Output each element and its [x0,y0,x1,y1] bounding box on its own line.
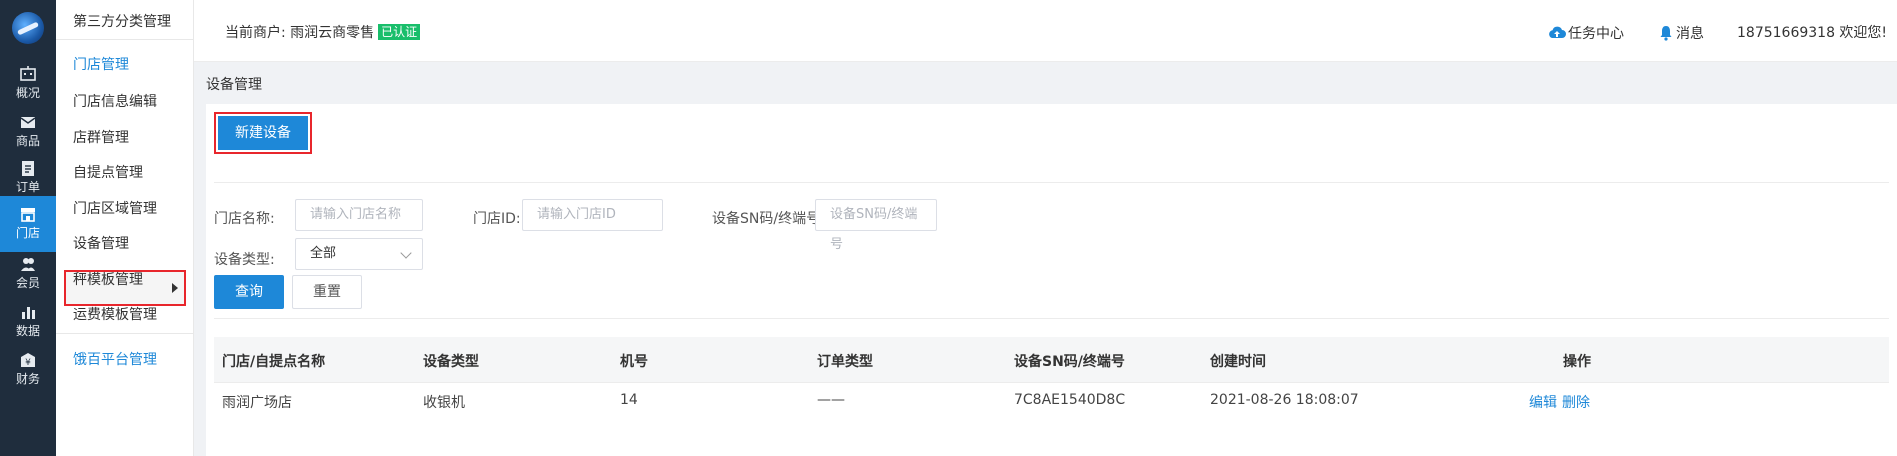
th-actions: 操作 [1563,354,1591,370]
new-device-button-highlight[interactable]: 新建设备 [214,112,312,154]
svg-text:¥: ¥ [25,358,31,368]
secondary-nav: 第三方分类管理 门店管理 门店信息编辑 店群管理 自提点管理 门店区域管理 设备… [56,0,194,456]
subnav-item-devices[interactable]: 设备管理 [73,233,129,253]
new-device-button[interactable]: 新建设备 [218,116,308,150]
subnav-divider [56,333,194,334]
rail-label: 会员 [15,276,40,290]
rail-label: 财务 [15,372,40,386]
rail-item-stores[interactable]: 门店 [0,196,56,252]
rail-label: 商品 [15,134,40,148]
current-merchant: 当前商户: 雨润云商零售 已认证 [225,22,421,42]
rail-label: 概况 [15,86,40,100]
reset-button[interactable]: 重置 [292,275,362,309]
subnav-item-store-areas[interactable]: 门店区域管理 [73,198,157,218]
cell-device-type: 收银机 [423,395,465,411]
robot-icon [20,66,36,81]
subnav-item-store-groups[interactable]: 店群管理 [73,127,129,147]
sn-label: 设备SN码/终端号: [712,211,825,227]
subnav-group-ele[interactable]: 饿百平台管理 [73,349,157,369]
logo-icon[interactable] [12,12,44,44]
rail-item-finance[interactable]: ¥ 财务 [0,342,56,398]
page-breadcrumb: 设备管理 [206,77,262,93]
th-device-type: 设备类型 [423,354,479,370]
messages-link[interactable]: 消息 [1658,23,1704,43]
content-card: 新建设备 门店名称: 请输入门店名称 门店ID: 请输入门店ID 设备SN码/终… [206,104,1897,456]
device-type-value: 全部 [310,246,337,261]
cell-machine-no: 14 [620,392,638,408]
cell-created: 2021-08-26 18:08:07 [1210,392,1359,408]
query-button[interactable]: 查询 [214,275,284,309]
th-machine-no: 机号 [620,354,648,370]
subnav-item-scale-templates[interactable]: 秤模板管理 [73,269,143,289]
verified-badge: 已认证 [378,24,421,40]
device-type-label: 设备类型: [214,252,275,268]
main-content: 设备管理 新建设备 门店名称: 请输入门店名称 门店ID: 请输入门店ID 设备… [194,62,1897,456]
cell-order-type: —— [817,392,845,408]
delete-link[interactable]: 删除 [1562,392,1590,412]
rail-label: 订单 [15,180,40,194]
members-icon [21,258,35,271]
messages-label: 消息 [1676,26,1704,42]
device-type-select[interactable]: 全部 [295,238,423,270]
th-created: 创建时间 [1210,354,1266,370]
divider [214,318,1889,319]
subnav-item-shipping-templates[interactable]: 运费模板管理 [73,304,157,324]
divider [214,182,1889,183]
task-center-label: 任务中心 [1568,26,1624,42]
bell-icon [1660,26,1672,41]
caret-right-icon [172,283,178,293]
user-menu[interactable]: 18751669318 欢迎您! [1737,22,1887,42]
finance-icon: ¥ [21,353,35,368]
th-sn: 设备SN码/终端号 [1014,354,1125,370]
store-name-input[interactable]: 请输入门店名称 [295,199,423,231]
subnav-item-third-party-category[interactable]: 第三方分类管理 [73,11,171,31]
cell-sn: 7C8AE1540D8C [1014,392,1126,408]
table-header: 门店/自提点名称 设备类型 机号 订单类型 设备SN码/终端号 创建时间 操作 [214,337,1889,383]
store-icon [21,208,35,222]
store-id-label: 门店ID: [473,211,521,227]
subnav-divider [56,39,194,40]
edit-link[interactable]: 编辑 [1529,392,1557,412]
rail-label: 数据 [15,324,40,338]
cloud-upload-icon [1549,26,1566,38]
th-order-type: 订单类型 [817,354,873,370]
subnav-item-pickup-points[interactable]: 自提点管理 [73,162,143,182]
store-name-label: 门店名称: [214,211,275,227]
bar-chart-icon [22,307,35,319]
icon-rail: 概况 商品 订单 门店 会员 数据 ¥ 财务 [0,0,56,456]
subnav-group-store[interactable]: 门店管理 [73,54,129,74]
sn-input[interactable]: 设备SN码/终端号 [815,199,937,252]
rail-label: 门店 [15,226,40,240]
user-greeting: 18751669318 欢迎您! [1737,25,1888,41]
th-store: 门店/自提点名称 [222,354,326,370]
clipboard-icon [22,161,34,176]
top-header: 当前商户: 雨润云商零售 已认证 任务中心 消息 18751669318 欢迎您! [194,0,1897,62]
merchant-text: 当前商户: 雨润云商零售 [225,25,375,41]
mail-icon [20,117,36,128]
task-center-link[interactable]: 任务中心 [1548,23,1624,43]
subnav-item-store-info[interactable]: 门店信息编辑 [73,91,157,111]
chevron-down-icon [400,247,412,259]
store-id-input[interactable]: 请输入门店ID [522,199,663,231]
cell-store: 雨润广场店 [222,395,292,411]
